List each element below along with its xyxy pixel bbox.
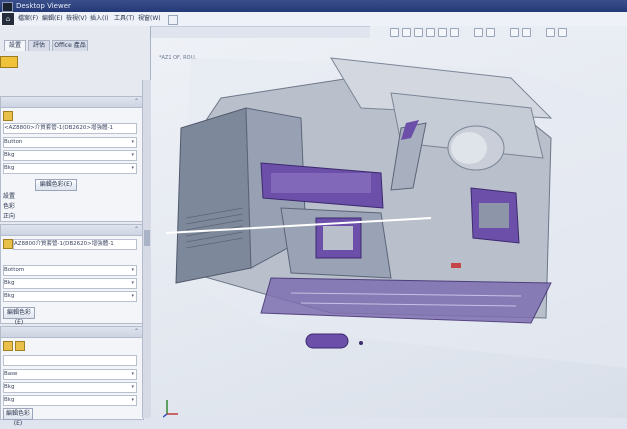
markup-icon[interactable] <box>522 28 531 37</box>
option-label[interactable]: 色彩 <box>3 203 15 211</box>
panel-scrollbar[interactable] <box>142 80 151 418</box>
dropdown-field[interactable]: Button ▾ <box>3 137 137 148</box>
chevron-down-icon: ▾ <box>131 139 134 145</box>
dropdown-field[interactable]: Bkg ▾ <box>3 291 137 302</box>
menu-bar: ⌂ 檔案(F) 編輯(E) 檢視(V) 插入(I) 工具(T) 視窗(W) <box>0 12 627 27</box>
standard-views-icon[interactable] <box>558 28 567 37</box>
section-header[interactable]: ⌃ <box>1 327 143 338</box>
dropdown-field[interactable]: Bkg ▾ <box>3 150 137 161</box>
zoom-icon[interactable] <box>390 28 399 37</box>
chevron-down-icon: ▾ <box>131 152 134 158</box>
part-icon <box>3 111 13 121</box>
chevron-down-icon: ▾ <box>131 165 134 171</box>
collapse-icon[interactable]: ⌃ <box>134 328 139 335</box>
menu-tools[interactable]: 工具(T) <box>114 15 134 23</box>
menu-file[interactable]: 檔案(F) <box>18 15 38 23</box>
checkmark-icon[interactable] <box>168 15 178 25</box>
window-title: Desktop Viewer <box>16 2 71 10</box>
chevron-down-icon: ▾ <box>131 267 134 273</box>
appearance-icon[interactable] <box>450 28 459 37</box>
panel-tabs: 設置 評估 Office 產品 <box>0 40 150 51</box>
section-header[interactable]: ⌃ <box>1 225 143 236</box>
collapse-icon[interactable]: ⌃ <box>134 226 139 233</box>
measure-icon[interactable] <box>510 28 519 37</box>
view-orientation-icon[interactable] <box>546 28 555 37</box>
view-toolbar <box>370 26 627 38</box>
part-icon <box>3 239 13 249</box>
dropdown-field[interactable]: Bkg ▾ <box>3 163 137 174</box>
tab-settings[interactable]: 設置 <box>4 40 26 51</box>
component-field[interactable]: <AZ8800>介質套管-1(DB2620>增強體-1 <box>3 123 137 134</box>
tab-evaluate[interactable]: 評估 <box>28 40 50 51</box>
app-icon <box>2 2 13 12</box>
title-bar: Desktop Viewer <box>0 0 627 12</box>
section-header[interactable]: ⌃ <box>1 97 143 108</box>
edit-color-button[interactable]: 編輯色彩(E) <box>3 408 33 427</box>
chevron-down-icon: ▾ <box>131 280 134 286</box>
dropdown-field[interactable]: Bkg ▾ <box>3 395 137 406</box>
hide-show-icon[interactable] <box>474 28 483 37</box>
property-panel: 設置 評估 Office 產品 ⌃ <AZ8800>介質套管-1(DB2620>… <box>0 26 151 427</box>
dropdown-field[interactable]: Bkg ▾ <box>3 278 137 289</box>
option-label[interactable]: 正向 <box>3 213 15 221</box>
section-view-icon[interactable] <box>426 28 435 37</box>
menu-view[interactable]: 檢視(V) <box>66 15 87 23</box>
edit-color-button[interactable]: 編輯色彩(E) <box>35 179 77 191</box>
dropdown-field[interactable]: Base ▾ <box>3 369 137 380</box>
component-field[interactable] <box>3 355 137 366</box>
axis-triad-icon <box>163 400 178 418</box>
edit-color-button[interactable]: 編輯色彩(E) <box>3 307 35 326</box>
appearance-section-1: ⌃ <AZ8800>介質套管-1(DB2620>增強體-1 Button ▾ B… <box>0 96 144 222</box>
tab-office-products[interactable]: Office 產品 <box>52 40 88 51</box>
chevron-down-icon: ▾ <box>131 293 134 299</box>
dropdown-field[interactable]: Bkg ▾ <box>3 382 137 393</box>
dropdown-field[interactable]: Bottom ▾ <box>3 265 137 276</box>
display-style-icon[interactable] <box>438 28 447 37</box>
machine-assembly-model[interactable] <box>151 38 627 418</box>
menu-edit[interactable]: 編輯(E) <box>42 15 62 23</box>
pan-icon[interactable] <box>414 28 423 37</box>
collapse-icon[interactable]: ⌃ <box>134 98 139 105</box>
chevron-down-icon: ▾ <box>131 371 134 377</box>
rotate-icon[interactable] <box>402 28 411 37</box>
appearance-section-3: ⌃ Base ▾ Bkg ▾ Bkg ▾ 編輯色彩(E) <box>0 326 144 427</box>
chevron-down-icon: ▾ <box>131 397 134 403</box>
menu-window[interactable]: 視窗(W) <box>138 15 161 23</box>
appearance-section-2: ⌃ AZ8800介質套管-1(DB2620>增強體-1 Bottom ▾ Bkg… <box>0 224 144 326</box>
scene-icon[interactable] <box>486 28 495 37</box>
part-icon <box>3 341 13 351</box>
menu-insert[interactable]: 插入(I) <box>90 15 108 23</box>
component-icon[interactable] <box>0 56 18 68</box>
model-viewport[interactable]: *AZ1 OF, ROLL <box>151 38 627 418</box>
part-icon <box>15 341 25 351</box>
home-icon[interactable]: ⌂ <box>2 13 14 25</box>
component-field[interactable]: AZ8800介質套管-1(DB2620>增強體-1 <box>13 239 137 250</box>
chevron-down-icon: ▾ <box>131 384 134 390</box>
option-label[interactable]: 設置 <box>3 193 15 201</box>
scroll-thumb[interactable] <box>144 230 150 246</box>
